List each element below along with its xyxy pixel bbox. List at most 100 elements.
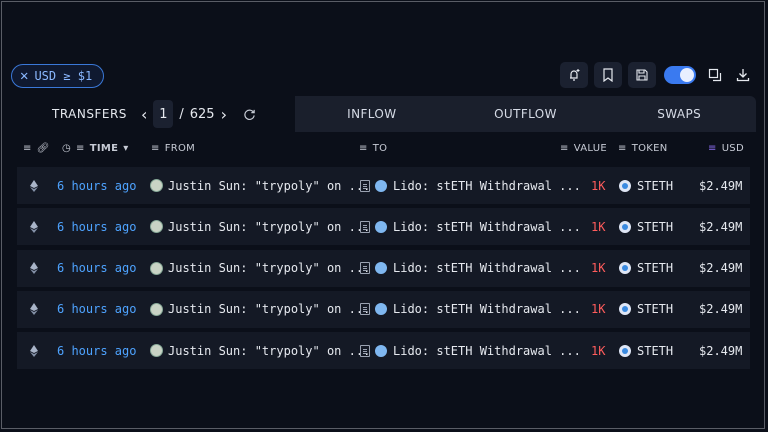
filter-icon[interactable]: ≡ (618, 143, 627, 154)
contract-icon (360, 262, 370, 275)
tab-swaps[interactable]: SWAPS (602, 107, 756, 121)
to-header[interactable]: ≡ TO (359, 143, 387, 154)
token-cell[interactable]: STETH (619, 167, 673, 204)
usd-header[interactable]: ≡ USD (708, 143, 744, 154)
download-icon (736, 69, 750, 82)
token-label: STETH (637, 343, 674, 358)
table-row[interactable]: 6 hours ago Justin Sun: "trypoly" on ...… (17, 249, 750, 287)
contract-icon (360, 303, 370, 316)
from-header[interactable]: ≡ FROM (151, 143, 195, 154)
steth-logo (619, 179, 631, 192)
time-header-label: TIME (89, 143, 119, 154)
tab-bar: TRANSFERS ‹ 1 / 625 › INFLOW OUTFLOW SWA… (17, 96, 756, 132)
token-cell[interactable]: STETH (619, 291, 673, 328)
bookmark-button[interactable] (594, 62, 622, 88)
toggle-switch[interactable] (664, 66, 696, 84)
to-address[interactable]: Lido: stETH Withdrawal ... (360, 291, 581, 328)
page-number-input[interactable]: 1 (153, 100, 174, 128)
to-address[interactable]: Lido: stETH Withdrawal ... (360, 167, 581, 204)
token-header[interactable]: ≡ TOKEN (618, 143, 668, 154)
from-address[interactable]: Justin Sun: "trypoly" on ... (150, 250, 370, 287)
steth-logo (619, 303, 631, 316)
bell-plus-icon (570, 69, 580, 81)
value-header[interactable]: ≡ VALUE (560, 143, 607, 154)
usd-filter-label: USD ≥ $1 (34, 69, 93, 83)
lido-logo (375, 179, 387, 192)
justin-sun-avatar (150, 220, 163, 234)
to-address[interactable]: Lido: stETH Withdrawal ... (360, 332, 581, 369)
tab-transfers[interactable]: TRANSFERS ‹ 1 / 625 › (17, 96, 295, 132)
token-cell[interactable]: STETH (619, 332, 673, 369)
filter-icon[interactable]: ≡ (560, 143, 569, 154)
alert-button[interactable] (560, 62, 588, 88)
to-address[interactable]: Lido: stETH Withdrawal ... (360, 250, 581, 287)
value-amount: 1K (591, 178, 606, 193)
from-label: Justin Sun: "trypoly" on ... (168, 261, 371, 276)
from-header-label: FROM (164, 143, 196, 154)
value-amount: 1K (591, 302, 606, 317)
usd-amount: $2.49M (699, 261, 743, 276)
download-button[interactable] (732, 62, 754, 88)
sort-icon[interactable]: ≡ (708, 143, 717, 154)
usd-amount: $2.49M (699, 302, 743, 317)
link-icon[interactable]: 🔗︎ (37, 143, 50, 154)
usd-amount: $2.49M (699, 219, 743, 234)
token-label: STETH (637, 302, 674, 317)
time-link[interactable]: 6 hours ago (57, 208, 136, 245)
lido-logo (375, 344, 387, 357)
token-header-label: TOKEN (631, 143, 668, 154)
time-link[interactable]: 6 hours ago (57, 291, 136, 328)
chain-filter-header[interactable]: ≡ 🔗︎ (23, 143, 50, 154)
from-address[interactable]: Justin Sun: "trypoly" on ... (150, 167, 370, 204)
table-row[interactable]: 6 hours ago Justin Sun: "trypoly" on ...… (17, 290, 750, 328)
time-link[interactable]: 6 hours ago (57, 250, 136, 287)
transfers-table: 6 hours ago Justin Sun: "trypoly" on ...… (17, 167, 750, 373)
justin-sun-avatar (150, 344, 163, 358)
filter-icon[interactable]: ≡ (359, 143, 368, 154)
filter-icon[interactable]: ≡ (23, 143, 32, 154)
token-label: STETH (637, 261, 674, 276)
clock-icon: ◷ (62, 143, 72, 154)
from-address[interactable]: Justin Sun: "trypoly" on ... (150, 291, 370, 328)
to-address[interactable]: Lido: stETH Withdrawal ... (360, 208, 581, 245)
steth-logo (619, 262, 631, 275)
sort-desc-icon[interactable]: ▾ (123, 143, 128, 154)
value-amount: 1K (591, 219, 606, 234)
from-label: Justin Sun: "trypoly" on ... (168, 343, 371, 358)
usd-amount: $2.49M (699, 178, 743, 193)
time-link[interactable]: 6 hours ago (57, 167, 136, 204)
table-row[interactable]: 6 hours ago Justin Sun: "trypoly" on ...… (17, 167, 750, 204)
to-label: Lido: stETH Withdrawal ... (393, 343, 581, 358)
chevron-right-icon[interactable]: › (221, 105, 227, 124)
table-header: ≡ 🔗︎ ◷ ≡ TIME ▾ ≡ FROM ≡ TO ≡ VALUE ≡ TO… (17, 140, 750, 160)
lido-logo (375, 220, 387, 233)
lido-logo (375, 262, 387, 275)
table-row[interactable]: 6 hours ago Justin Sun: "trypoly" on ...… (17, 208, 750, 246)
usd-amount: $2.49M (699, 343, 743, 358)
usd-filter-chip[interactable]: ✕ USD ≥ $1 (11, 64, 104, 88)
refresh-icon[interactable] (243, 108, 256, 121)
toolbar (560, 62, 754, 88)
copy-button[interactable] (704, 62, 726, 88)
justin-sun-avatar (150, 179, 163, 192)
contract-icon (360, 344, 370, 357)
table-row[interactable]: 6 hours ago Justin Sun: "trypoly" on ...… (17, 332, 750, 370)
from-address[interactable]: Justin Sun: "trypoly" on ... (150, 208, 370, 245)
justin-sun-avatar (150, 302, 163, 316)
ethereum-icon (30, 332, 38, 369)
time-header[interactable]: ◷ ≡ TIME ▾ (62, 143, 129, 154)
token-cell[interactable]: STETH (619, 250, 673, 287)
bookmark-icon (603, 68, 613, 82)
from-address[interactable]: Justin Sun: "trypoly" on ... (150, 332, 370, 369)
filter-icon[interactable]: ≡ (76, 143, 85, 154)
ethereum-icon (30, 208, 38, 245)
filter-icon[interactable]: ≡ (151, 143, 160, 154)
token-cell[interactable]: STETH (619, 208, 673, 245)
tab-inflow[interactable]: INFLOW (295, 107, 449, 121)
save-button[interactable] (628, 62, 656, 88)
tab-outflow[interactable]: OUTFLOW (449, 107, 603, 121)
chevron-left-icon[interactable]: ‹ (141, 105, 147, 124)
time-link[interactable]: 6 hours ago (57, 332, 136, 369)
copy-icon (708, 68, 722, 82)
close-icon[interactable]: ✕ (20, 68, 28, 84)
